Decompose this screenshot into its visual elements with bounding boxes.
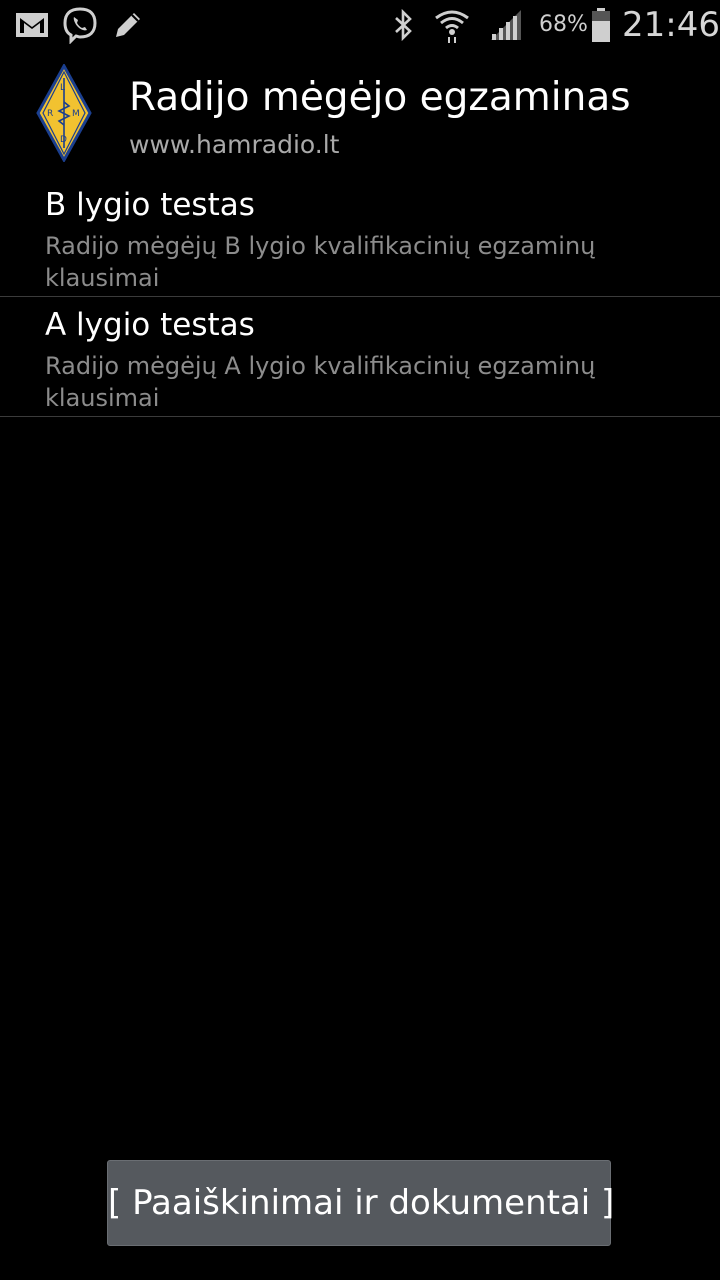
logo-letter-m: M bbox=[72, 109, 80, 119]
app-subtitle: www.hamradio.lt bbox=[129, 130, 340, 159]
lrmd-logo: L R M D bbox=[36, 64, 92, 162]
list-item-a-test[interactable]: A lygio testas Radijo mėgėjų A lygio kva… bbox=[0, 297, 720, 417]
logo-letter-r: R bbox=[47, 109, 53, 119]
battery-percent: 68% bbox=[539, 12, 588, 37]
status-bar: 68% 21:46 bbox=[0, 0, 720, 50]
app-title: Radijo mėgėjo egzaminas bbox=[129, 75, 631, 120]
list-item-b-test[interactable]: B lygio testas Radijo mėgėjų B lygio kva… bbox=[0, 177, 720, 297]
app-header: L R M D Radijo mėgėjo egzaminas www.hamr… bbox=[0, 50, 720, 170]
list-item-title: B lygio testas bbox=[45, 187, 255, 223]
documents-button[interactable]: [ Paaiškinimai ir dokumentai ] bbox=[107, 1160, 614, 1246]
viber-icon bbox=[60, 0, 100, 50]
wifi-icon bbox=[432, 0, 472, 50]
test-list: B lygio testas Radijo mėgėjų B lygio kva… bbox=[0, 177, 720, 417]
bluetooth-icon bbox=[390, 0, 418, 50]
battery-icon bbox=[588, 0, 614, 50]
list-item-description: Radijo mėgėjų B lygio kvalifikacinių egz… bbox=[45, 232, 596, 292]
list-item-description: Radijo mėgėjų A lygio kvalifikacinių egz… bbox=[45, 352, 596, 412]
logo-letter-l: L bbox=[60, 83, 65, 93]
gmail-icon bbox=[14, 0, 50, 50]
clock: 21:46 bbox=[622, 5, 720, 45]
signal-icon bbox=[488, 0, 524, 50]
list-item-title: A lygio testas bbox=[45, 307, 255, 343]
logo-letter-d: D bbox=[60, 135, 67, 145]
pencil-icon bbox=[110, 0, 146, 50]
app-screen: 68% 21:46 L R M D Radijo mėgėjo egzamina… bbox=[0, 0, 720, 1280]
